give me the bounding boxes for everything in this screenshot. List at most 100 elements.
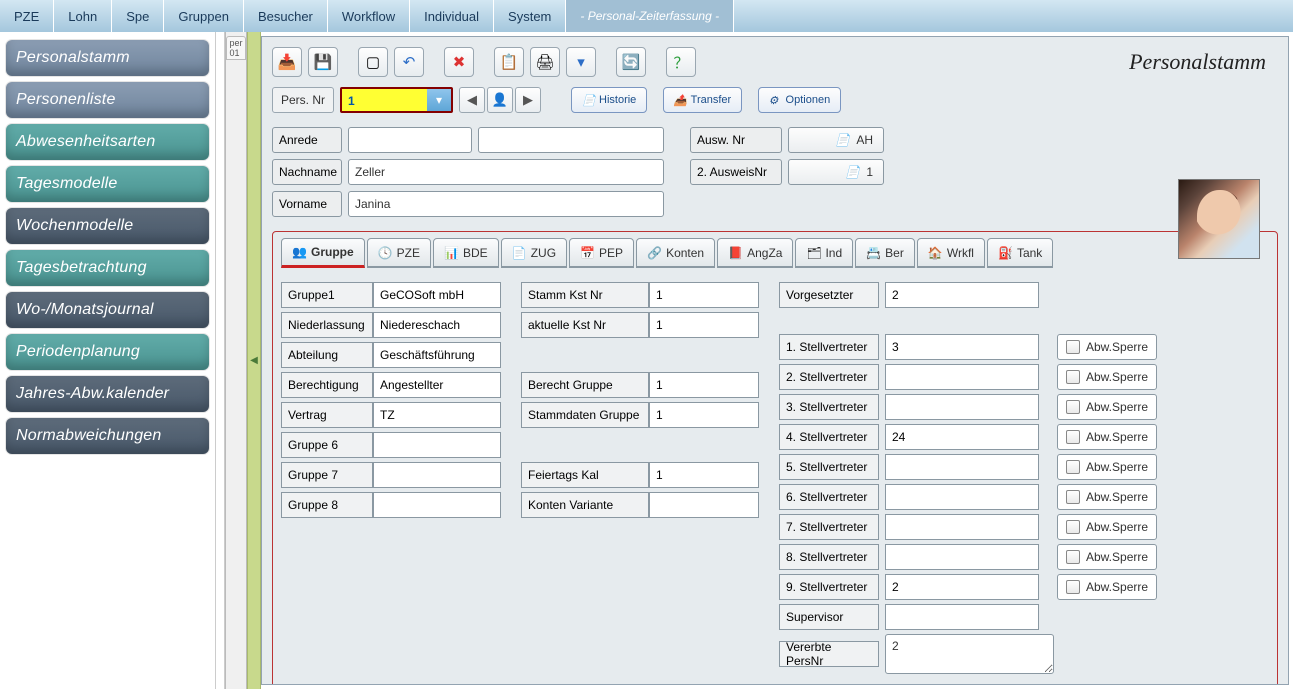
sidebar-item-jahres-abw-kalender[interactable]: Jahres-Abw.kalender	[6, 376, 209, 412]
tab-pze[interactable]: 🕓PZE	[367, 238, 431, 268]
refresh-icon[interactable]: 🔄	[616, 47, 646, 77]
value-8-Stellvertreter[interactable]	[885, 544, 1039, 570]
menu-besucher[interactable]: Besucher	[244, 0, 328, 32]
abwsperre-checkbox[interactable]: Abw.Sperre	[1057, 394, 1157, 420]
value-Supervisor[interactable]	[885, 604, 1039, 630]
tab-pep[interactable]: 📅PEP	[569, 238, 634, 268]
value-7-Stellvertreter[interactable]	[885, 514, 1039, 540]
value-Berechtigung[interactable]: Angestellter	[373, 372, 501, 398]
main-panel: Personalstamm 📥💾▢↶✖📋🖨▾🔄？ Pers. Nr 1 ▾ ◀ …	[261, 36, 1289, 685]
abwsperre-checkbox[interactable]: Abw.Sperre	[1057, 514, 1157, 540]
abwsperre-checkbox[interactable]: Abw.Sperre	[1057, 484, 1157, 510]
historie-button[interactable]: 📄Historie	[571, 87, 647, 113]
value-Feiertags Kal[interactable]: 1	[649, 462, 759, 488]
auswnr-button[interactable]: 📄AH	[788, 127, 884, 153]
abwsperre-checkbox[interactable]: Abw.Sperre	[1057, 364, 1157, 390]
help-icon[interactable]: ？	[666, 47, 696, 77]
value-1-Stellvertreter[interactable]: 3	[885, 334, 1039, 360]
tab-tank[interactable]: ⛽Tank	[987, 238, 1053, 268]
value-2-Stellvertreter[interactable]	[885, 364, 1039, 390]
abwsperre-checkbox[interactable]: Abw.Sperre	[1057, 544, 1157, 570]
sidebar-item-personalstamm[interactable]: Personalstamm	[6, 40, 209, 76]
value-4-Stellvertreter[interactable]: 24	[885, 424, 1039, 450]
abwsperre-checkbox[interactable]: Abw.Sperre	[1057, 574, 1157, 600]
collapse-left-icon[interactable]: ◀	[247, 32, 261, 689]
value-Vorgesetzter[interactable]: 2	[885, 282, 1039, 308]
value-Abteilung[interactable]: Geschäftsführung	[373, 342, 501, 368]
persnr-dropdown[interactable]: 1 ▾	[340, 87, 453, 113]
value-Gruppe 7[interactable]	[373, 462, 501, 488]
value-Konten Variante[interactable]	[649, 492, 759, 518]
vererbte-persnr-input[interactable]: 2	[885, 634, 1054, 674]
value-Gruppe1[interactable]: GeCOSoft mbH	[373, 282, 501, 308]
tab-bde[interactable]: 📊BDE	[433, 238, 499, 268]
prev-person-button[interactable]: ◀	[459, 87, 485, 113]
vertical-separator	[215, 32, 225, 689]
sidebar-item-abwesenheitsarten[interactable]: Abwesenheitsarten	[6, 124, 209, 160]
next-person-button[interactable]: ▶	[515, 87, 541, 113]
optionen-button[interactable]: ⚙Optionen	[758, 87, 842, 113]
abwsperre-label: Abw.Sperre	[1086, 400, 1148, 414]
label-Niederlassung: Niederlassung	[281, 312, 373, 338]
checkbox-box-icon	[1066, 340, 1080, 354]
tab-zug[interactable]: 📄ZUG	[501, 238, 567, 268]
abwsperre-checkbox[interactable]: Abw.Sperre	[1057, 454, 1157, 480]
abwsperre-checkbox[interactable]: Abw.Sperre	[1057, 334, 1157, 360]
value-9-Stellvertreter[interactable]: 2	[885, 574, 1039, 600]
save-icon[interactable]: 💾	[308, 47, 338, 77]
menu-individual[interactable]: Individual	[410, 0, 494, 32]
value-Vertrag[interactable]: TZ	[373, 402, 501, 428]
abwsperre-checkbox[interactable]: Abw.Sperre	[1057, 424, 1157, 450]
tab-gruppe[interactable]: 👥Gruppe	[281, 238, 365, 268]
sidebar-item-wo-monatsjournal[interactable]: Wo-/Monatsjournal	[6, 292, 209, 328]
menu-workflow[interactable]: Workflow	[328, 0, 410, 32]
filter-icon[interactable]: ▾	[566, 47, 596, 77]
tab-gruppe-label: Gruppe	[311, 245, 354, 259]
value-Stamm Kst Nr[interactable]: 1	[649, 282, 759, 308]
person-icon-button[interactable]: 👤	[487, 87, 513, 113]
delete-icon[interactable]: ✖	[444, 47, 474, 77]
sidebar-item-normabweichungen[interactable]: Normabweichungen	[6, 418, 209, 454]
anrede-input[interactable]	[348, 127, 472, 153]
value-Stammdaten Gruppe[interactable]: 1	[649, 402, 759, 428]
transfer-button[interactable]: 📤Transfer	[663, 87, 743, 113]
sidebar-item-periodenplanung[interactable]: Periodenplanung	[6, 334, 209, 370]
copy-icon[interactable]: 📋	[494, 47, 524, 77]
tab-wrkfl[interactable]: 🏠Wrkfl	[917, 238, 985, 268]
value-5-Stellvertreter[interactable]	[885, 454, 1039, 480]
abwsperre-label: Abw.Sperre	[1086, 340, 1148, 354]
menu-lohn[interactable]: Lohn	[54, 0, 112, 32]
menu-gruppen[interactable]: Gruppen	[164, 0, 244, 32]
tab-bde-label: BDE	[463, 246, 488, 260]
import-icon[interactable]: 📥	[272, 47, 302, 77]
print-icon[interactable]: 🖨	[530, 47, 560, 77]
sidebar-item-personenliste[interactable]: Personenliste	[6, 82, 209, 118]
value-3-Stellvertreter[interactable]	[885, 394, 1039, 420]
person-photo[interactable]	[1178, 179, 1260, 259]
sidebar-item-tagesbetrachtung[interactable]: Tagesbetrachtung	[6, 250, 209, 286]
value-aktuelle Kst Nr[interactable]: 1	[649, 312, 759, 338]
undo-icon[interactable]: ↶	[394, 47, 424, 77]
new-icon[interactable]: ▢	[358, 47, 388, 77]
nachname-input[interactable]: Zeller	[348, 159, 664, 185]
sidebar-item-tagesmodelle[interactable]: Tagesmodelle	[6, 166, 209, 202]
tab-konten[interactable]: 🔗Konten	[636, 238, 715, 268]
menu-system[interactable]: System	[494, 0, 566, 32]
tab-ind[interactable]: 🗂Ind	[795, 238, 853, 268]
value-6-Stellvertreter[interactable]	[885, 484, 1039, 510]
sidebar-item-wochenmodelle[interactable]: Wochenmodelle	[6, 208, 209, 244]
tab-ber[interactable]: 📇Ber	[855, 238, 915, 268]
ausw2-button[interactable]: 📄1	[788, 159, 884, 185]
value-Gruppe 6[interactable]	[373, 432, 501, 458]
abwsperre-label: Abw.Sperre	[1086, 460, 1148, 474]
tab-angza[interactable]: 📕AngZa	[717, 238, 793, 268]
vertical-tab-per01[interactable]: per 01	[225, 32, 247, 689]
tab-pep-label: PEP	[599, 246, 623, 260]
menu-pze[interactable]: PZE	[0, 0, 54, 32]
anrede-extra-input[interactable]	[478, 127, 664, 153]
value-Gruppe 8[interactable]	[373, 492, 501, 518]
value-Berecht Gruppe[interactable]: 1	[649, 372, 759, 398]
value-Niederlassung[interactable]: Niedereschach	[373, 312, 501, 338]
vorname-input[interactable]: Janina	[348, 191, 664, 217]
menu-spe[interactable]: Spe	[112, 0, 164, 32]
